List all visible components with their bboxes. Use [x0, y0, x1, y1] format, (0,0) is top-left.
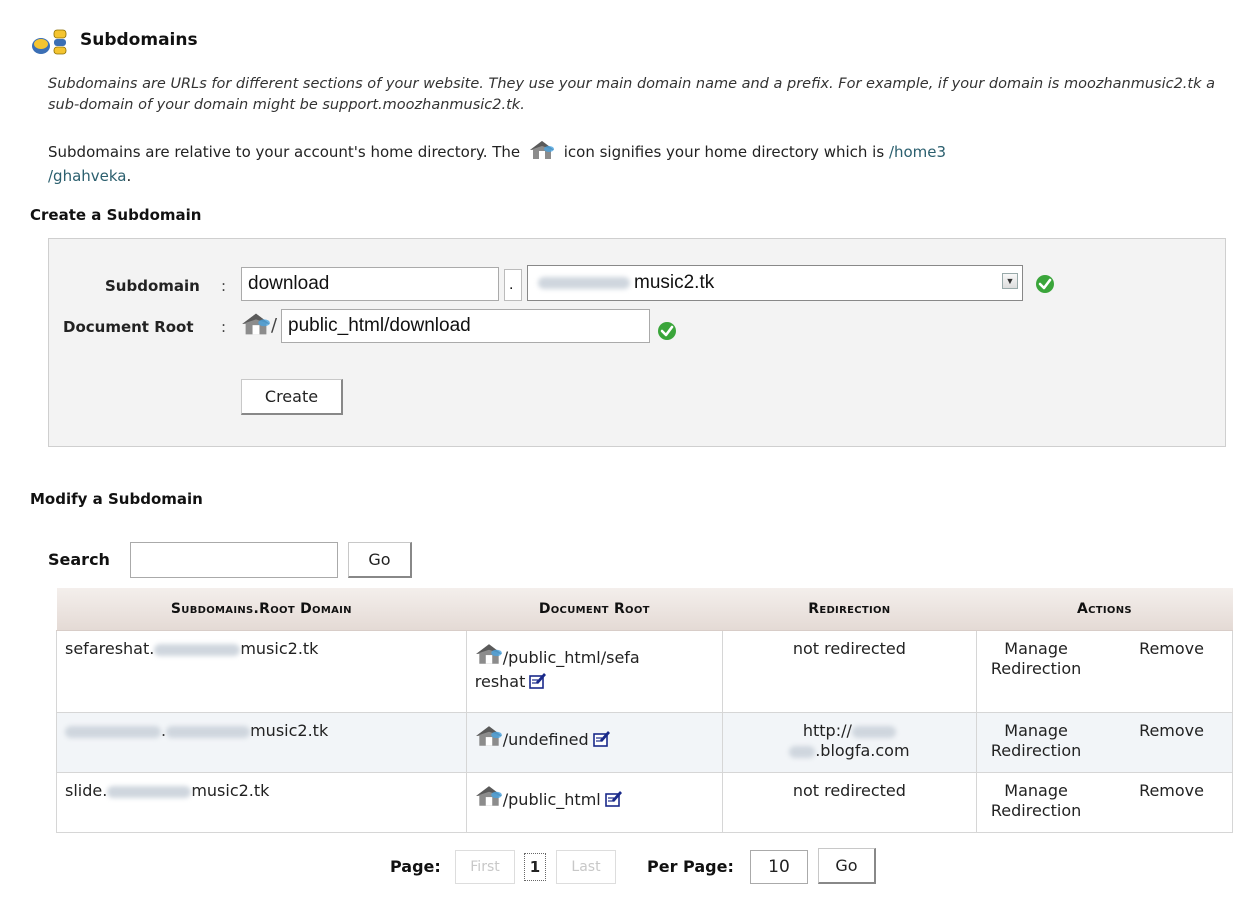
per-page-label: Per Page: — [647, 857, 734, 876]
remove-link[interactable]: Remove — [1139, 721, 1224, 761]
search-go-button[interactable]: Go — [348, 542, 412, 578]
home-path-line2: /ghahveka — [48, 167, 127, 185]
house-icon — [475, 644, 502, 664]
subdomain-colon: : — [221, 277, 227, 295]
domain-select[interactable]: music2.tk ▼ — [527, 265, 1023, 301]
subdomain-cell: sefareshat. music2.tk — [56, 630, 467, 713]
checkmark-ok-icon — [1036, 275, 1054, 293]
domain-separator-dot: . — [504, 269, 522, 301]
intro-text: Subdomains are URLs for different sectio… — [48, 76, 1215, 113]
manage-link-line2: Redirection — [990, 741, 1082, 760]
remove-link[interactable]: Remove — [1139, 781, 1224, 821]
blurred-domain-name — [538, 277, 630, 289]
table-row: sefareshat. music2.tk /public_html/sefare… — [56, 630, 1234, 713]
blurred-domain-name — [166, 725, 251, 738]
subdomain-suffix: music2.tk — [191, 781, 270, 800]
blurred-subdomain — [65, 725, 161, 738]
blurred-url-part — [789, 745, 816, 758]
home-note-text-2: icon signifies your home directory which… — [563, 143, 885, 161]
redirection-cell: not redirected — [721, 772, 977, 833]
actions-cell: Manage Redirection Remove — [975, 712, 1234, 773]
subdomain-label: Subdomain — [105, 277, 200, 295]
table-row: . music2.tk /undefined http://.blogfa.com… — [56, 712, 1234, 773]
edit-icon[interactable] — [529, 673, 547, 689]
redirection-cell: http://.blogfa.com — [721, 712, 977, 773]
docroot-colon: : — [221, 318, 227, 336]
manage-link-line1: Manage — [1004, 639, 1068, 658]
home-note-end: . — [126, 167, 132, 185]
document-root-label: Document Root — [63, 318, 194, 336]
current-page[interactable]: 1 — [524, 853, 546, 881]
manage-redirection-link[interactable]: Manage Redirection — [985, 639, 1081, 679]
first-page-button[interactable]: First — [455, 850, 515, 884]
manage-redirection-link[interactable]: Manage Redirection — [985, 781, 1081, 821]
subdomain-suffix: music2.tk — [250, 721, 329, 740]
per-page-input[interactable]: 10 — [750, 850, 808, 884]
document-root-input[interactable]: public_html/download — [281, 309, 650, 343]
document-root-cell: /undefined — [465, 712, 723, 773]
home-note-text: Subdomains are relative to your account'… — [48, 143, 521, 161]
subdomain-suffix: music2.tk — [240, 639, 319, 658]
manage-link-line2: Redirection — [990, 659, 1082, 678]
subdomain-cell: . music2.tk — [56, 712, 467, 773]
redirection-cell: not redirected — [721, 630, 977, 713]
subdomains-icon — [32, 29, 67, 55]
search-input[interactable] — [130, 542, 338, 578]
create-button[interactable]: Create — [241, 379, 343, 415]
search-label: Search — [48, 550, 110, 569]
house-icon — [242, 313, 270, 335]
create-subdomain-heading: Create a Subdomain — [30, 206, 202, 224]
house-icon — [475, 786, 502, 806]
chevron-down-icon[interactable]: ▼ — [1002, 273, 1018, 289]
remove-link[interactable]: Remove — [1139, 639, 1224, 679]
blurred-domain-name — [107, 785, 192, 798]
blurred-domain-name — [154, 643, 241, 656]
subdomain-prefix: sefareshat. — [65, 639, 155, 658]
manage-link-line1: Manage — [1004, 781, 1068, 800]
checkmark-ok-icon — [658, 322, 676, 340]
document-root-path-cont: reshat — [474, 672, 526, 691]
page-title: Subdomains — [80, 30, 198, 50]
create-subdomain-panel: Subdomain : download . music2.tk ▼ Docum… — [48, 238, 1226, 447]
redirection-url-end: .blogfa.com — [815, 741, 910, 760]
house-icon — [475, 726, 502, 746]
manage-link-line1: Manage — [1004, 721, 1068, 740]
document-root-cell: /public_html — [465, 772, 723, 833]
per-page-go-button[interactable]: Go — [818, 848, 876, 884]
col-header-document-root[interactable]: Document Root — [466, 588, 723, 631]
col-header-redirection[interactable]: Redirection — [722, 588, 977, 631]
col-header-actions: Actions — [976, 588, 1233, 631]
actions-cell: Manage Redirection Remove — [975, 630, 1234, 713]
subdomain-prefix: slide. — [65, 781, 108, 800]
last-page-button[interactable]: Last — [556, 850, 616, 884]
home-path-line1: /home3 — [888, 143, 947, 161]
table-row: slide. music2.tk /public_html not redirec… — [56, 772, 1234, 833]
manage-redirection-link[interactable]: Manage Redirection — [985, 721, 1081, 761]
docroot-slash: / — [271, 315, 278, 336]
subdomain-cell: slide. music2.tk — [56, 772, 467, 833]
home-directory-note: Subdomains are relative to your account'… — [48, 140, 1218, 188]
subdomain-input[interactable]: download — [241, 267, 499, 301]
manage-link-line2: Redirection — [990, 801, 1082, 820]
document-root-path: /public_html — [502, 790, 601, 809]
document-root-path: /public_html/sefa — [502, 648, 640, 667]
actions-cell: Manage Redirection Remove — [975, 772, 1234, 833]
table-header-row: Subdomains.Root Domain Document Root Red… — [56, 588, 1233, 631]
house-icon — [529, 141, 554, 159]
edit-icon[interactable] — [592, 731, 611, 747]
col-header-subdomain[interactable]: Subdomains.Root Domain — [56, 588, 467, 631]
document-root-cell: /public_html/sefareshat — [465, 630, 723, 713]
redirection-url-start: http:// — [802, 721, 852, 740]
document-root-path: /undefined — [502, 730, 589, 749]
blurred-url-part — [851, 725, 896, 738]
page-label: Page: — [390, 857, 441, 876]
subdomains-table: Subdomains.Root Domain Document Root Red… — [56, 588, 1234, 833]
domain-select-value: music2.tk — [634, 272, 715, 293]
edit-icon[interactable] — [604, 791, 623, 807]
modify-subdomain-heading: Modify a Subdomain — [30, 490, 203, 508]
